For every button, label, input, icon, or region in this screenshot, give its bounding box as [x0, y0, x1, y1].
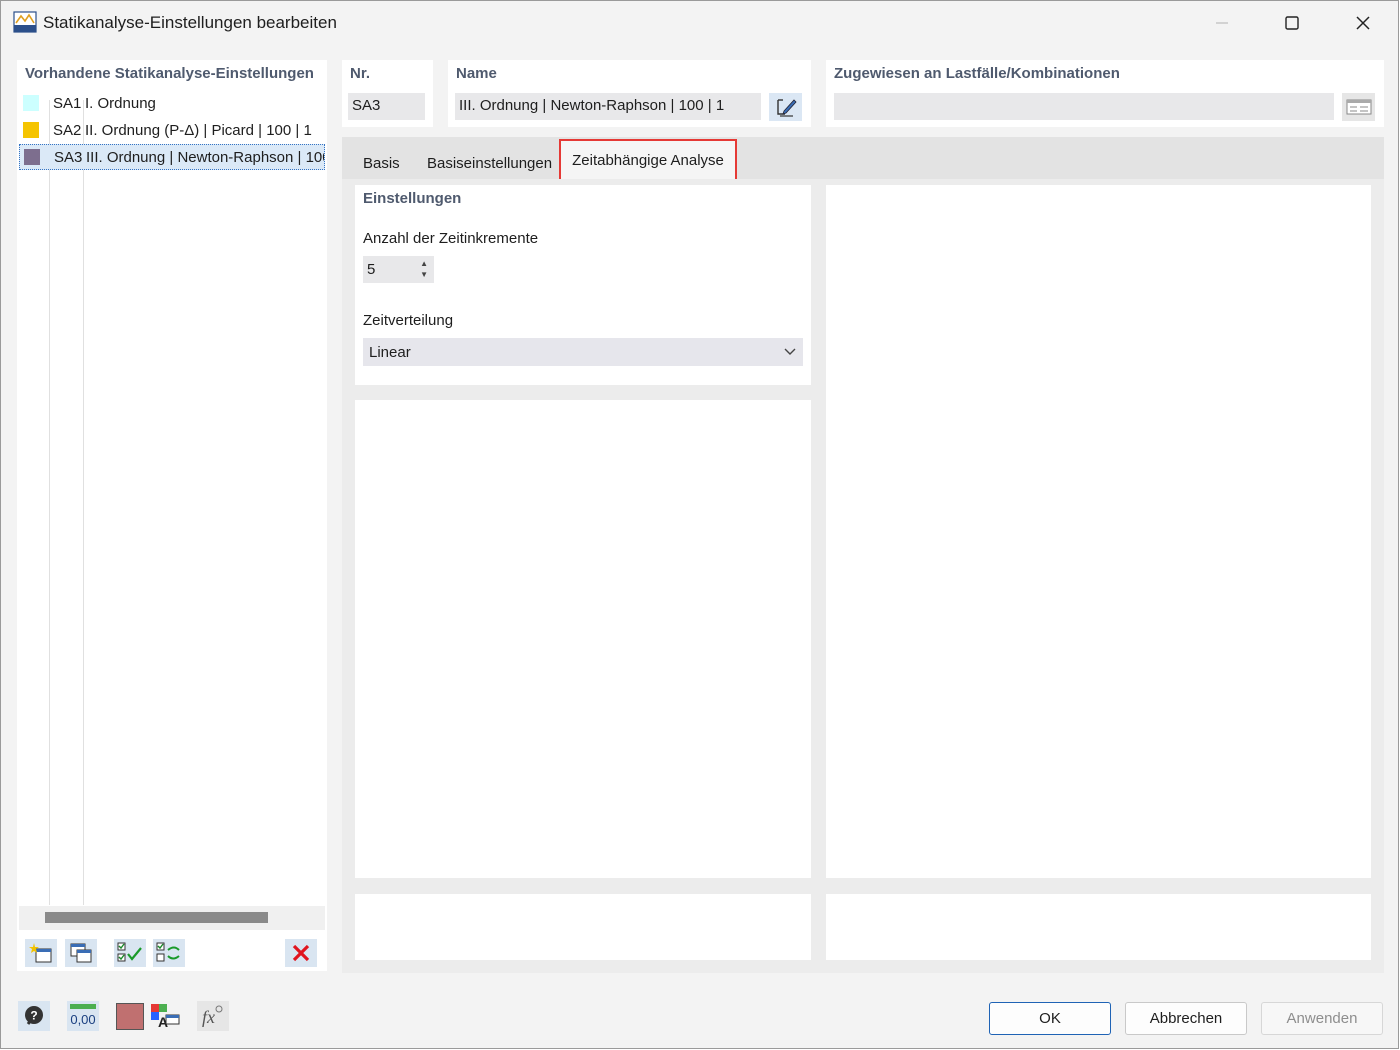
assigned-input[interactable] [834, 93, 1334, 120]
text-style-icon: A [151, 1004, 180, 1029]
check-toggle-button[interactable] [153, 939, 185, 967]
list-item-name: III. Ordnung | Newton-Raphson | 100 | 1 [86, 148, 325, 166]
info-panel [826, 894, 1371, 960]
copy-item-icon [70, 943, 92, 963]
tab-basis[interactable]: Basis [363, 147, 400, 181]
minimize-icon [1216, 22, 1228, 24]
tab-zeitabhaengige-analyse[interactable]: Zeitabhängige Analyse [559, 139, 737, 181]
distribution-dropdown[interactable]: Linear [363, 338, 803, 366]
list-select-icon [1346, 99, 1371, 115]
apply-button[interactable]: Anwenden [1261, 1002, 1383, 1035]
color-swatch [23, 122, 39, 138]
list-item-no: SA3 [54, 148, 83, 166]
check-all-button[interactable] [114, 939, 146, 967]
assign-button[interactable] [1342, 93, 1375, 121]
minimize-button[interactable] [1199, 7, 1245, 39]
check-toggle-icon [156, 942, 180, 962]
list-divider [49, 100, 50, 905]
window-title: Statikanalyse-Einstellungen bearbeiten [43, 13, 337, 32]
scrollbar-thumb[interactable] [45, 912, 268, 923]
color-swatch-icon [116, 1002, 144, 1030]
app-icon [13, 11, 37, 33]
color-swatch [23, 95, 39, 111]
help-button[interactable]: ? [18, 1001, 50, 1031]
list-item-sa2[interactable]: SA2 II. Ordnung (P-Δ) | Picard | 100 | 1 [19, 117, 325, 143]
settings-header: Einstellungen [363, 190, 462, 207]
increments-value: 5 [367, 261, 376, 278]
increments-label: Anzahl der Zeitinkremente [363, 230, 539, 247]
increments-spinner[interactable]: 5 ▲ ▼ [363, 256, 434, 283]
title-bar: Statikanalyse-Einstellungen bearbeiten [1, 1, 1398, 45]
close-icon [1356, 16, 1370, 30]
cancel-button[interactable]: Abbrechen [1125, 1002, 1247, 1035]
nr-label: Nr. [350, 65, 371, 82]
nr-input[interactable]: SA3 [348, 93, 425, 120]
assigned-label: Zugewiesen an Lastfälle/Kombinationen [834, 65, 1120, 82]
svg-text:fx: fx [202, 1007, 215, 1027]
color-swatch [24, 149, 40, 165]
nr-field-group: Nr. SA3 [342, 60, 433, 127]
existing-settings-header: Vorhandene Statikanalyse-Einstellungen [25, 65, 314, 82]
spin-arrows-icon[interactable]: ▲ ▼ [420, 258, 428, 280]
list-item-name: II. Ordnung (P-Δ) | Picard | 100 | 1 [85, 121, 312, 139]
new-item-button[interactable] [25, 939, 57, 967]
formula-icon: fx [202, 1005, 223, 1027]
distribution-label: Zeitverteilung [363, 312, 454, 329]
existing-settings-panel: Vorhandene Statikanalyse-Einstellungen S… [17, 60, 327, 971]
check-all-icon [117, 942, 142, 962]
list-toolbar [17, 935, 327, 971]
list-item-sa1[interactable]: SA1 I. Ordnung [19, 90, 325, 116]
list-item-no: SA1 [53, 94, 82, 112]
preview-panel [826, 185, 1371, 878]
edit-name-button[interactable] [769, 93, 802, 121]
svg-text:0,00: 0,00 [70, 1012, 95, 1027]
maximize-icon [1285, 16, 1299, 30]
formula-button[interactable]: fx [197, 1001, 229, 1031]
dialog-window: Statikanalyse-Einstellungen bearbeiten V… [0, 0, 1399, 1049]
assigned-field-group: Zugewiesen an Lastfälle/Kombinationen [826, 60, 1384, 127]
text-style-button[interactable]: A [149, 1001, 181, 1031]
edit-icon [776, 99, 797, 117]
maximize-button[interactable] [1269, 7, 1315, 39]
new-item-icon [29, 943, 52, 963]
color-button[interactable] [114, 1001, 146, 1031]
tab-basiseinstellungen[interactable]: Basiseinstellungen [427, 147, 552, 181]
list-item-name: I. Ordnung [85, 94, 156, 112]
list-item-sa3[interactable]: SA3 III. Ordnung | Newton-Raphson | 100 … [19, 144, 325, 170]
help-icon: ? [25, 1006, 43, 1025]
number-format-icon: 0,00 [70, 1004, 96, 1027]
distribution-value: Linear [369, 344, 411, 361]
close-button[interactable] [1340, 7, 1386, 39]
empty-panel [355, 400, 811, 878]
list-item-no: SA2 [53, 121, 82, 139]
svg-text:?: ? [30, 1009, 37, 1023]
delete-button[interactable] [285, 939, 317, 967]
chevron-down-icon [784, 348, 796, 355]
list-divider [83, 100, 84, 905]
name-field-group: Name III. Ordnung | Newton-Raphson | 100… [448, 60, 811, 127]
name-input[interactable]: III. Ordnung | Newton-Raphson | 100 | 1 [455, 93, 761, 120]
number-format-button[interactable]: 0,00 [67, 1001, 99, 1031]
delete-icon [292, 944, 310, 962]
name-label: Name [456, 65, 497, 82]
ok-button[interactable]: OK [989, 1002, 1111, 1035]
info-panel [355, 894, 811, 960]
copy-item-button[interactable] [65, 939, 97, 967]
